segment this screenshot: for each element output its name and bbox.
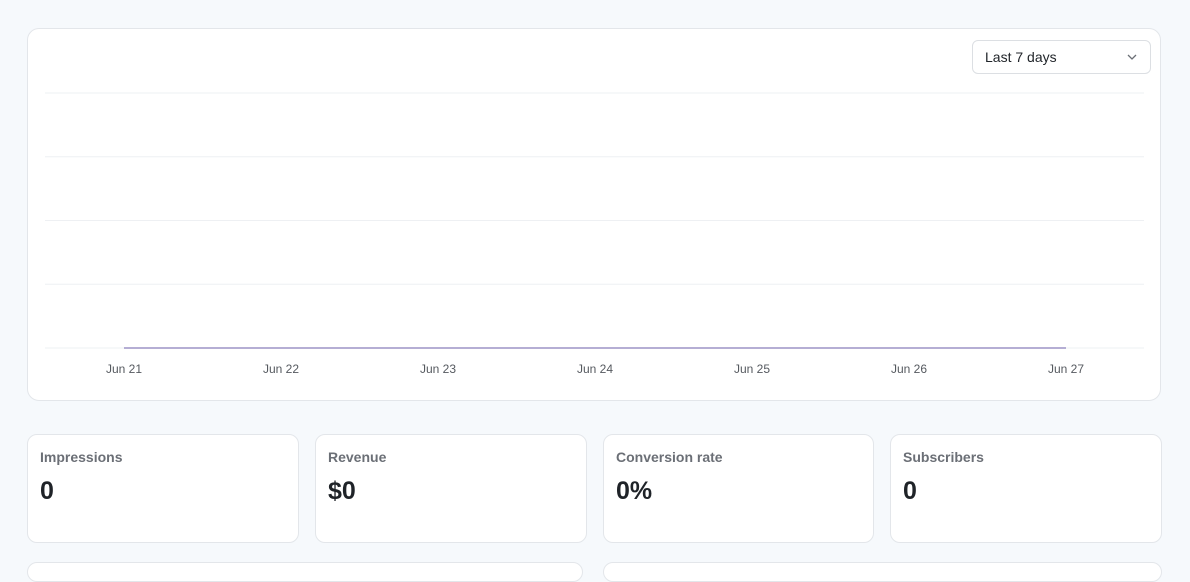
- stat-card-impressions: Impressions 0: [27, 434, 299, 543]
- x-tick-label: Jun 24: [577, 362, 613, 376]
- line-chart: Jun 21 Jun 22 Jun 23 Jun 24 Jun 25 Jun 26 Jun …: [45, 92, 1144, 376]
- stat-card-revenue: Revenue $0: [315, 434, 587, 543]
- x-tick-label: Jun 21: [106, 362, 142, 376]
- stat-value: $0: [328, 477, 356, 505]
- date-range-value: Last 7 days: [985, 49, 1057, 65]
- x-tick-label: Jun 26: [891, 362, 927, 376]
- stat-label: Subscribers: [903, 449, 984, 465]
- stat-label: Conversion rate: [616, 449, 723, 465]
- x-tick-label: Jun 27: [1048, 362, 1084, 376]
- x-tick-label: Jun 23: [420, 362, 456, 376]
- x-tick-label: Jun 22: [263, 362, 299, 376]
- chevron-down-icon: [1127, 54, 1137, 60]
- chart-card: Jun 21 Jun 22 Jun 23 Jun 24 Jun 25 Jun 26 Jun …: [27, 28, 1161, 401]
- lower-card-left: [27, 562, 583, 582]
- stat-value: 0: [40, 477, 54, 505]
- date-range-select[interactable]: Last 7 days: [972, 40, 1151, 74]
- stat-card-subscribers: Subscribers 0: [890, 434, 1162, 543]
- stat-label: Revenue: [328, 449, 387, 465]
- stat-label: Impressions: [40, 449, 123, 465]
- stat-value: 0: [903, 477, 917, 505]
- x-tick-label: Jun 25: [734, 362, 770, 376]
- lower-card-right: [603, 562, 1162, 582]
- stat-card-conversion-rate: Conversion rate 0%: [603, 434, 874, 543]
- stat-value: 0%: [616, 477, 653, 505]
